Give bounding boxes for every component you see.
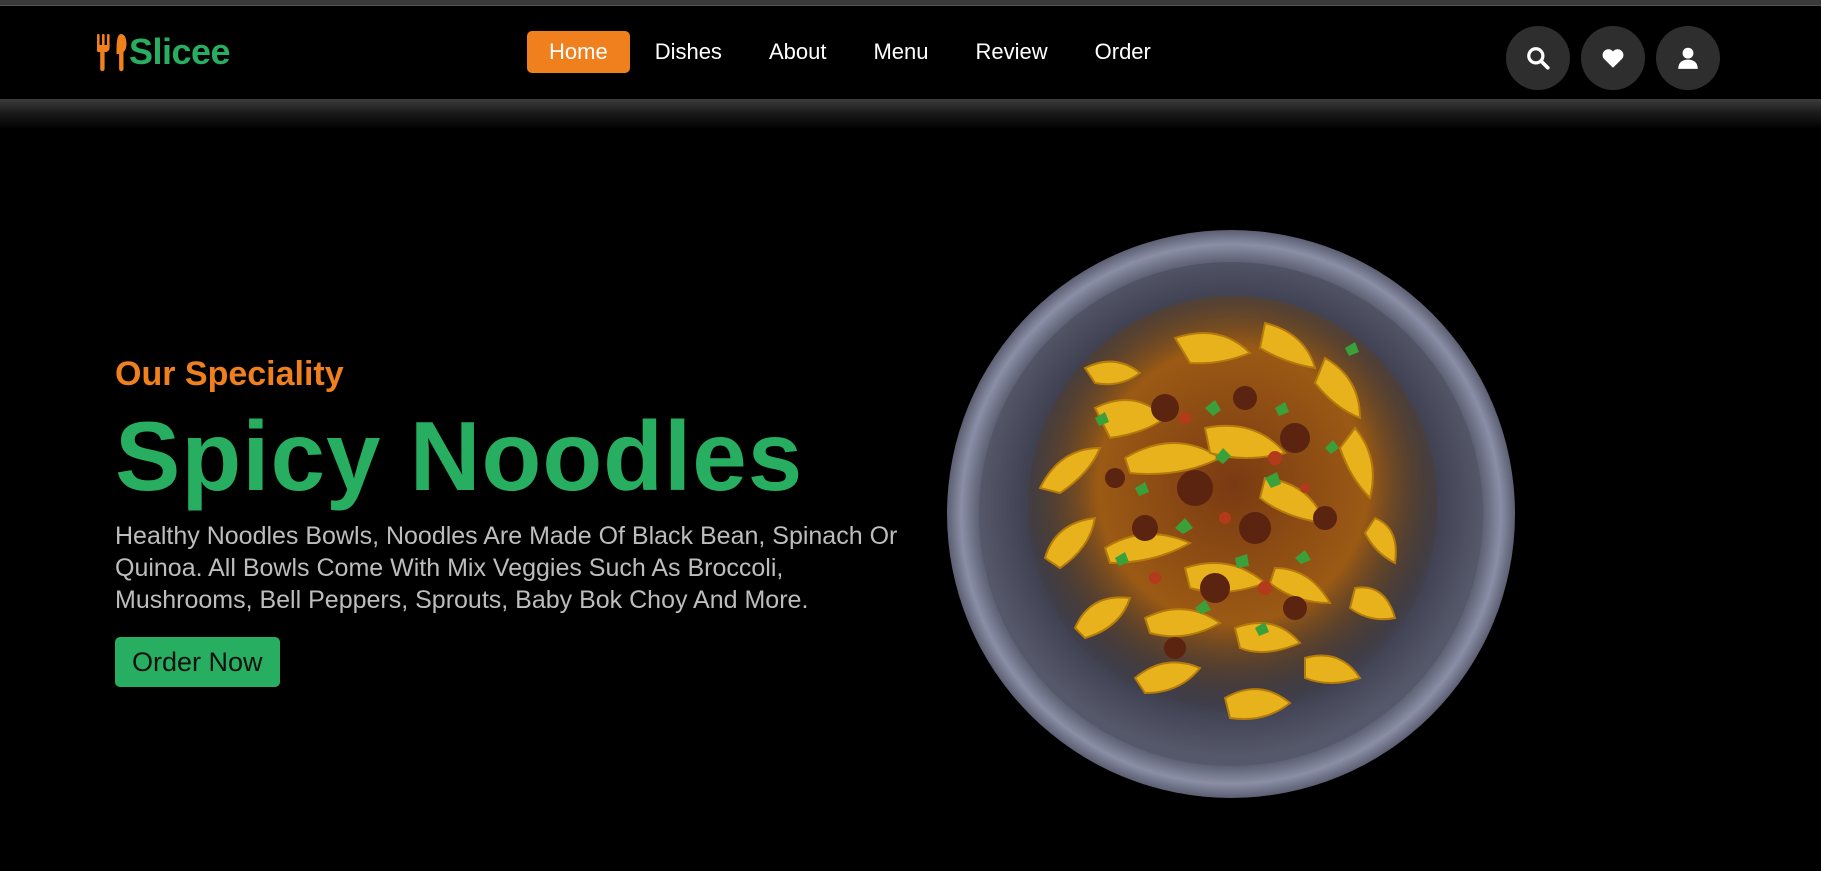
- site-header: Slicee Home Dishes About Menu Review Ord…: [0, 6, 1821, 99]
- favorites-button[interactable]: [1581, 26, 1645, 90]
- main-nav: Home Dishes About Menu Review Order: [527, 31, 1176, 73]
- header-shadow: [0, 99, 1821, 129]
- hero-title: Spicy Noodles: [115, 401, 804, 511]
- logo-text: Slicee: [129, 31, 231, 72]
- order-now-button[interactable]: Order Now: [115, 637, 280, 687]
- header-icons: [1506, 26, 1731, 90]
- nav-menu[interactable]: Menu: [851, 31, 950, 73]
- nav-review[interactable]: Review: [953, 31, 1069, 73]
- nav-home[interactable]: Home: [527, 31, 630, 73]
- nav-about[interactable]: About: [747, 31, 849, 73]
- logo[interactable]: Slicee: [95, 30, 231, 74]
- hero-subtitle: Our Speciality: [115, 355, 344, 393]
- user-icon: [1678, 47, 1698, 69]
- account-button[interactable]: [1656, 26, 1720, 90]
- fork-spoon-icon: [96, 34, 127, 72]
- nav-dishes[interactable]: Dishes: [633, 31, 744, 73]
- search-button[interactable]: [1506, 26, 1570, 90]
- heart-icon: [1602, 49, 1624, 68]
- hero-description: Healthy Noodles Bowls, Noodles Are Made …: [115, 522, 898, 614]
- nav-order[interactable]: Order: [1073, 31, 1173, 73]
- hero-section: Our Speciality Spicy Noodles Healthy Noo…: [115, 350, 905, 687]
- search-icon: [1527, 47, 1550, 70]
- noodle-bowl-image: [947, 230, 1515, 798]
